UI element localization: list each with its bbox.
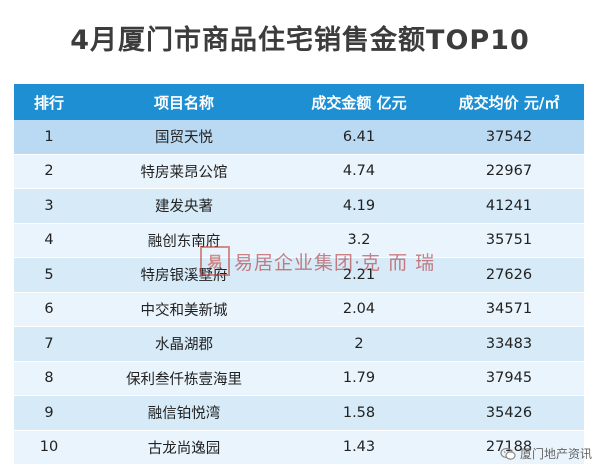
cell-name: 特房莱昂公馆 [140,164,228,181]
table-body: 1 国贸天悦 6.41 37542 2 特房莱昂公馆 4.74 22967 3 建发央著 4.19 4… [14,120,584,465]
header-amount: 成交金额 亿元 [311,93,407,112]
cell-rank: 5 [44,266,54,283]
table-row: 3 建发央著 4.19 41241 [14,189,584,224]
cell-price: 33483 [485,335,533,352]
cell-name: 融创东南府 [147,233,221,250]
cell-amount: 6.41 [342,128,376,145]
cell-amount: 1.79 [342,370,376,387]
footer-brand-label: 厦门地产资讯 [519,447,592,461]
cell-amount: 2.04 [342,301,376,318]
header-name: 项目名称 [153,93,214,112]
cell-rank: 3 [44,197,54,214]
table-row: 9 融信铂悦湾 1.58 35426 [14,396,584,431]
page-title: 4月厦门市商品住宅销售金额TOP10 [70,25,530,56]
cell-price: 27626 [485,266,533,283]
cell-amount: 1.58 [342,404,376,421]
table-row: 5 特房银溪墅府 2.21 27626 [14,258,584,293]
cell-amount: 1.43 [342,439,376,456]
cell-amount: 3.2 [347,232,371,249]
cell-price: 37945 [485,370,533,387]
cell-name: 特房银溪墅府 [140,268,228,285]
header-rank: 排行 [33,93,64,112]
cell-rank: 4 [44,232,54,249]
cell-rank: 8 [44,370,54,387]
cell-price: 35426 [485,404,533,421]
cell-name: 中交和美新城 [140,302,228,319]
cell-price: 37542 [485,128,533,145]
wechat-icon [500,447,516,460]
ranking-table: 排行 项目名称 成交金额 亿元 成交均价 元/㎡ 1 国贸天悦 6.41 37542 2… [14,84,584,465]
cell-rank: 10 [39,439,59,456]
cell-amount: 2 [354,335,364,352]
table-row: 10 古龙尚逸园 1.43 27188 [14,430,584,465]
cell-rank: 6 [44,301,54,318]
table-row: 2 特房莱昂公馆 4.74 22967 [14,154,584,189]
cell-name: 古龙尚逸园 [147,440,221,457]
footer-brand: 厦门地产资讯 [500,445,592,462]
cell-name: 国贸天悦 [155,130,213,147]
cell-price: 34571 [485,301,533,318]
cell-rank: 7 [44,335,54,352]
cell-rank: 2 [44,163,54,180]
page: 4月厦门市商品住宅销售金额TOP10 排行 项目名称 成交金额 亿元 成交均价 … [0,0,600,472]
cell-amount: 4.19 [342,197,376,214]
cell-amount: 2.21 [342,266,376,283]
cell-rank: 9 [44,404,54,421]
cell-amount: 4.74 [342,163,376,180]
cell-price: 22967 [485,163,533,180]
cell-name: 建发央著 [155,199,213,216]
table-row: 6 中交和美新城 2.04 34571 [14,292,584,327]
header-price: 成交均价 元/㎡ [458,93,560,112]
table-header: 排行 项目名称 成交金额 亿元 成交均价 元/㎡ [14,84,584,120]
table-row: 7 水晶湖郡 2 33483 [14,327,584,362]
cell-rank: 1 [44,128,54,145]
cell-price: 41241 [485,197,533,214]
table-row: 4 融创东南府 3.2 35751 [14,223,584,258]
table-row: 8 保利叁仟栋壹海里 1.79 37945 [14,361,584,396]
cell-name: 保利叁仟栋壹海里 [126,371,242,388]
cell-name: 融信铂悦湾 [147,406,221,423]
cell-price: 35751 [485,232,533,249]
cell-name: 水晶湖郡 [155,337,213,354]
table-row: 1 国贸天悦 6.41 37542 [14,120,584,155]
